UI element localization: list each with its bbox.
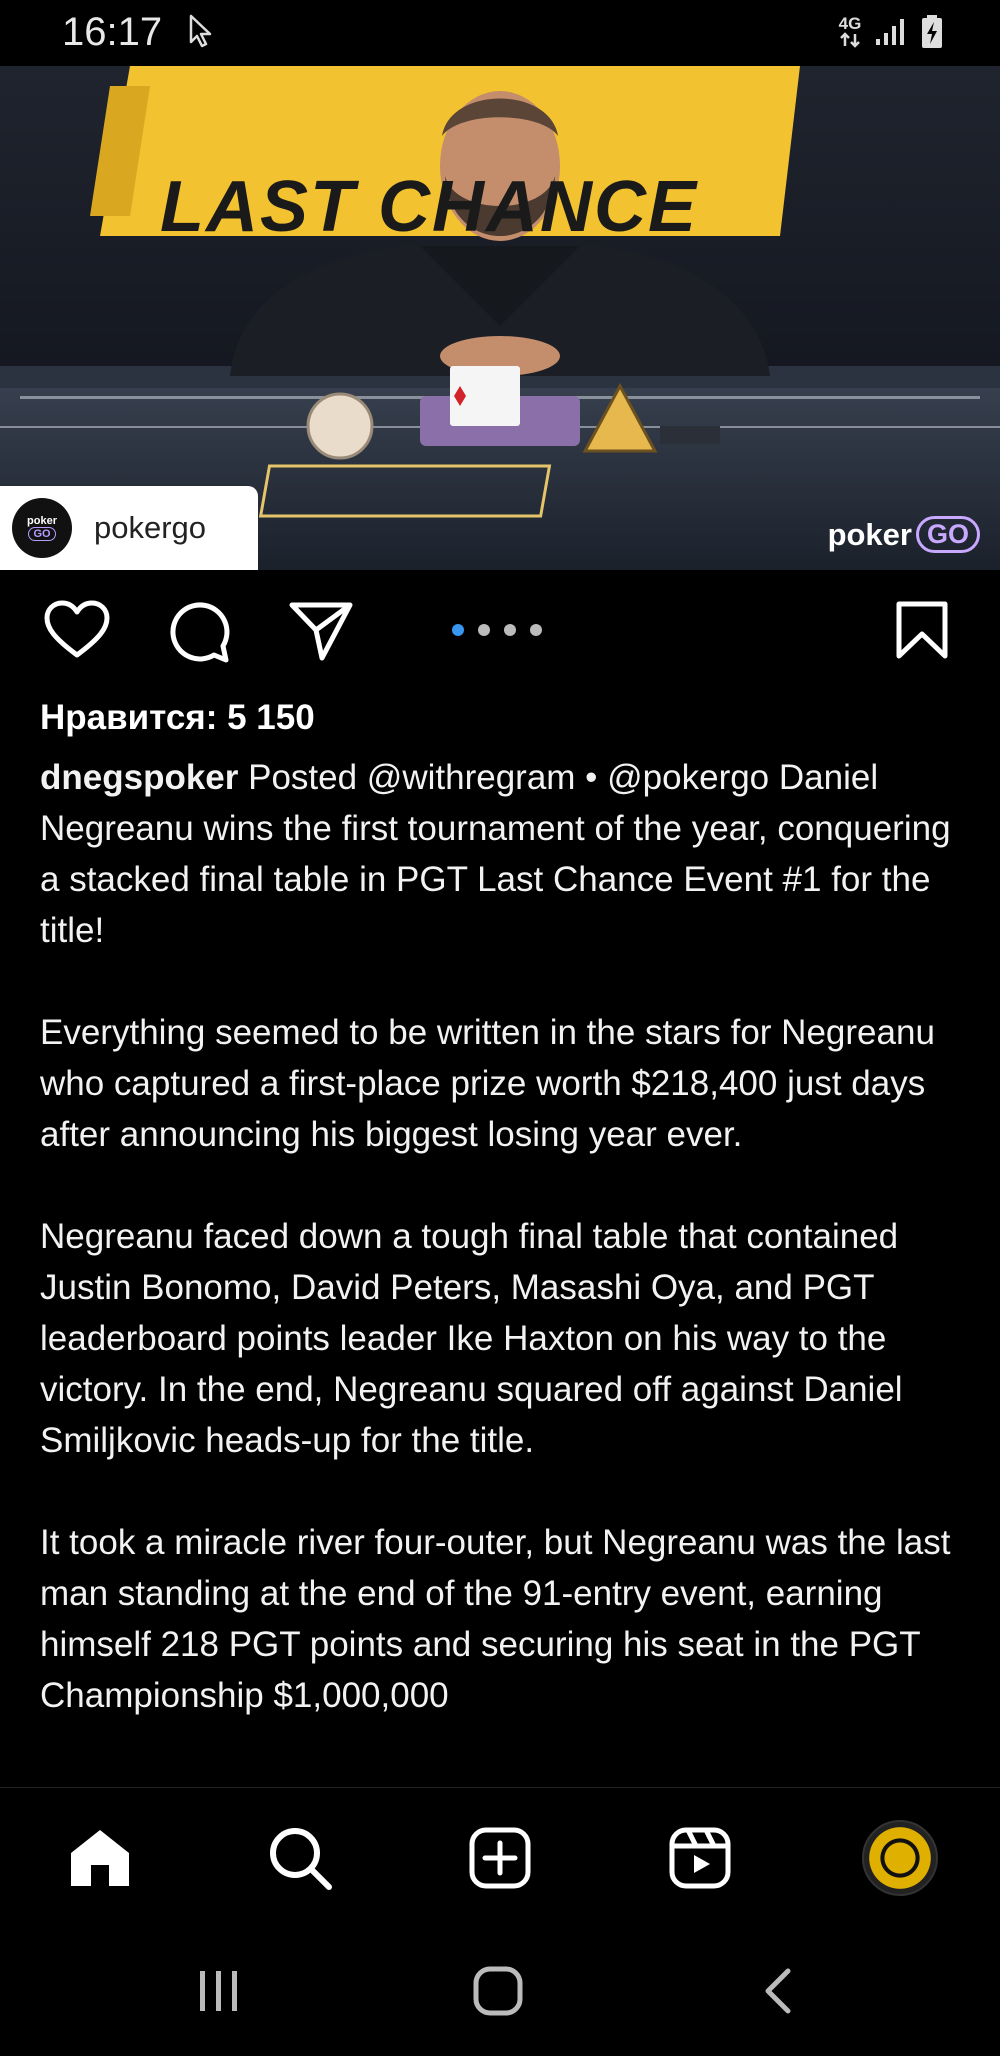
carousel-dot [530,624,542,636]
caption-paragraph: It took a miracle river four-outer, but … [40,1523,951,1715]
chip-avatar-badge: GO [28,527,56,541]
pokergo-watermark: poker GO [828,516,980,553]
watermark-badge: GO [915,516,980,553]
home-icon[interactable] [60,1818,140,1898]
post-actions [0,590,1000,676]
cursor-icon [188,14,214,53]
signal-icon [874,17,908,52]
bottom-navigation [0,1787,1000,1928]
chip-avatar-text: poker [27,515,57,527]
status-bar: 16:17 4G [0,0,1000,66]
carousel-dot [452,624,464,636]
create-icon[interactable] [460,1818,540,1898]
caption-paragraph: Everything seemed to be written in the s… [40,1013,935,1154]
search-icon[interactable] [260,1818,340,1898]
recents-icon[interactable] [194,1965,242,2020]
data-arrows-icon: 4G [838,14,862,53]
reels-icon[interactable] [660,1818,740,1898]
account-chip[interactable]: poker GO pokergo [0,486,258,570]
post-caption: dnegspoker Posted @withregram • @pokergo… [40,752,965,1787]
chip-account-name: pokergo [94,510,207,545]
profile-avatar-image [862,1820,938,1896]
profile-avatar[interactable] [860,1818,940,1898]
status-time: 16:17 [62,10,163,54]
chip-avatar: poker GO [12,498,72,558]
system-navigation [0,1927,1000,2056]
battery-charging-icon [920,14,944,55]
network-label: 4G [838,14,862,33]
back-icon[interactable] [760,1965,796,2022]
post-image[interactable]: LAST CHANCE poker GO pokergo poker GO [0,66,1000,570]
status-icons: 4G [838,14,944,55]
bookmark-icon[interactable] [894,600,950,665]
heart-icon[interactable] [44,600,110,665]
likes-count[interactable]: Нравится: 5 150 [40,698,315,738]
caption-paragraph: Negreanu faced down a tough final table … [40,1217,903,1460]
watermark-text: poker [827,516,912,552]
carousel-dot [478,624,490,636]
comment-icon[interactable] [168,600,232,669]
carousel-indicator [452,624,542,636]
carousel-dot [504,624,516,636]
banner-text: LAST CHANCE [160,167,698,247]
caption-username[interactable]: dnegspoker [40,758,238,797]
caption-paragraph: dnegspoker Posted @withregram • @pokergo… [40,752,965,956]
share-icon[interactable] [288,600,354,667]
home-button-icon[interactable] [472,1965,524,2022]
